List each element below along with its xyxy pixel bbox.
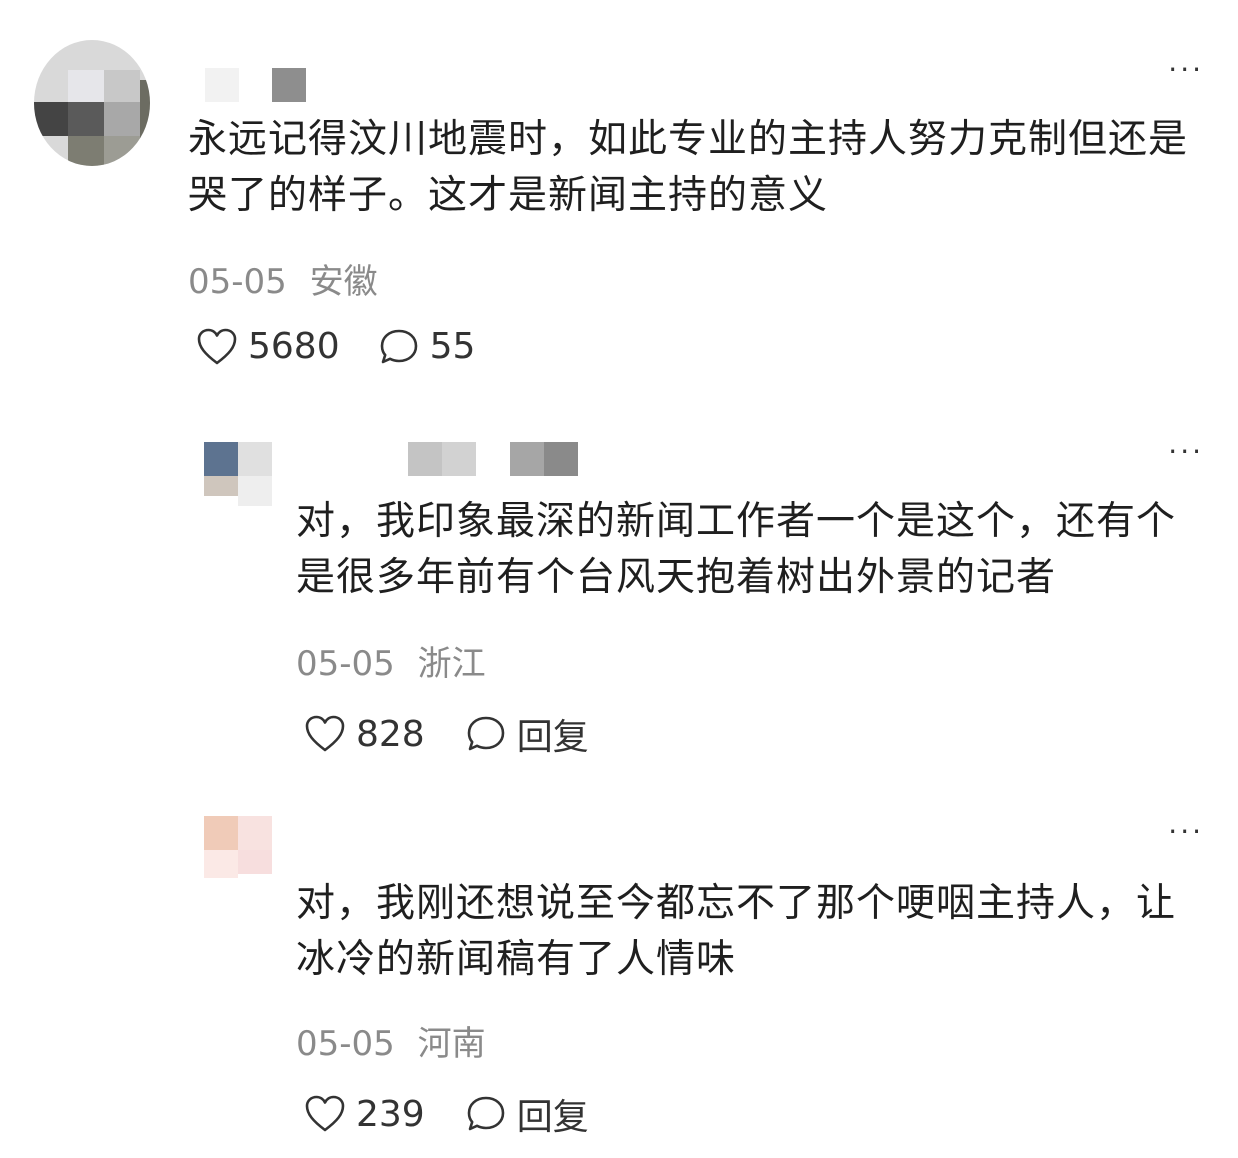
avatar-pixel	[204, 850, 238, 878]
avatar-pixel	[68, 136, 104, 166]
like-count: 828	[356, 713, 425, 755]
avatar-pixel	[204, 442, 238, 476]
avatar-pixel	[238, 816, 272, 850]
reply-button[interactable]: 回复	[465, 1088, 589, 1140]
comment-text: 对，我印象最深的新闻工作者一个是这个，还有个是很多年前有个台风天抱着树出外景的记…	[296, 499, 1177, 600]
avatar-pixel	[104, 136, 140, 166]
comment-location: 安徽	[309, 262, 378, 302]
avatar[interactable]	[34, 40, 150, 166]
comment-date: 05-05	[296, 644, 395, 684]
comment-text: 永远记得汶川地震时，如此专业的主持人努力克制但还是哭了的样子。这才是新闻主持的意…	[188, 117, 1189, 218]
username-blurred[interactable]	[544, 442, 578, 476]
like-button[interactable]: 239	[304, 1094, 425, 1135]
reply-label: 回复	[516, 1097, 589, 1138]
like-button[interactable]: 5680	[196, 326, 340, 367]
reply-button[interactable]: 回复	[465, 708, 589, 760]
reply-label: 回复	[516, 717, 589, 758]
comment-meta: 05-05 浙江	[296, 636, 486, 685]
heart-outline-icon	[197, 328, 237, 364]
comment-date: 05-05	[188, 262, 287, 302]
avatar-pixel	[68, 102, 104, 136]
avatar[interactable]	[204, 442, 272, 506]
like-count: 5680	[248, 326, 340, 367]
avatar-pixel	[204, 816, 238, 850]
heart-outline-icon	[305, 715, 345, 752]
username-blurred[interactable]	[510, 442, 544, 476]
comment-button[interactable]: 55	[378, 326, 476, 367]
avatar-pixel	[104, 102, 140, 136]
avatar-pixel	[34, 102, 68, 136]
comment-meta: 05-05 安徽	[188, 254, 378, 303]
more-dots-icon[interactable]: ···	[1168, 438, 1204, 466]
like-button[interactable]: 828	[304, 714, 425, 755]
avatar[interactable]	[204, 816, 272, 880]
comment-actions: 239 回复	[304, 1088, 589, 1140]
avatar-pixel	[104, 70, 140, 102]
avatar-pixel	[68, 70, 104, 102]
username-blurred[interactable]	[442, 442, 476, 476]
more-dots-icon[interactable]: ···	[1168, 56, 1204, 84]
more-dots-icon[interactable]: ···	[1168, 818, 1204, 846]
avatar-pixel	[238, 442, 272, 476]
username-blurred[interactable]	[408, 442, 442, 476]
like-count: 239	[356, 1093, 425, 1135]
avatar-pixel	[238, 476, 272, 506]
comment-actions: 5680 55	[196, 326, 475, 367]
avatar-pixel	[238, 850, 272, 874]
avatar-pixel	[140, 80, 150, 140]
comment-date: 05-05	[296, 1024, 395, 1064]
heart-outline-icon	[305, 1095, 345, 1132]
comment-actions: 828 回复	[304, 708, 589, 760]
comment-meta: 05-05 河南	[296, 1016, 486, 1065]
username-blurred[interactable]	[272, 68, 306, 102]
speech-bubble-icon	[467, 1096, 505, 1131]
comment-location: 浙江	[417, 644, 486, 684]
speech-bubble-icon	[467, 716, 505, 751]
username-blurred[interactable]	[205, 68, 239, 102]
comment-text: 对，我刚还想说至今都忘不了那个哽咽主持人，让冰冷的新闻稿有了人情味	[296, 881, 1177, 982]
speech-bubble-icon	[380, 329, 417, 363]
comment-location: 河南	[417, 1024, 486, 1064]
comment-count: 55	[429, 326, 476, 367]
avatar-pixel	[204, 476, 238, 496]
